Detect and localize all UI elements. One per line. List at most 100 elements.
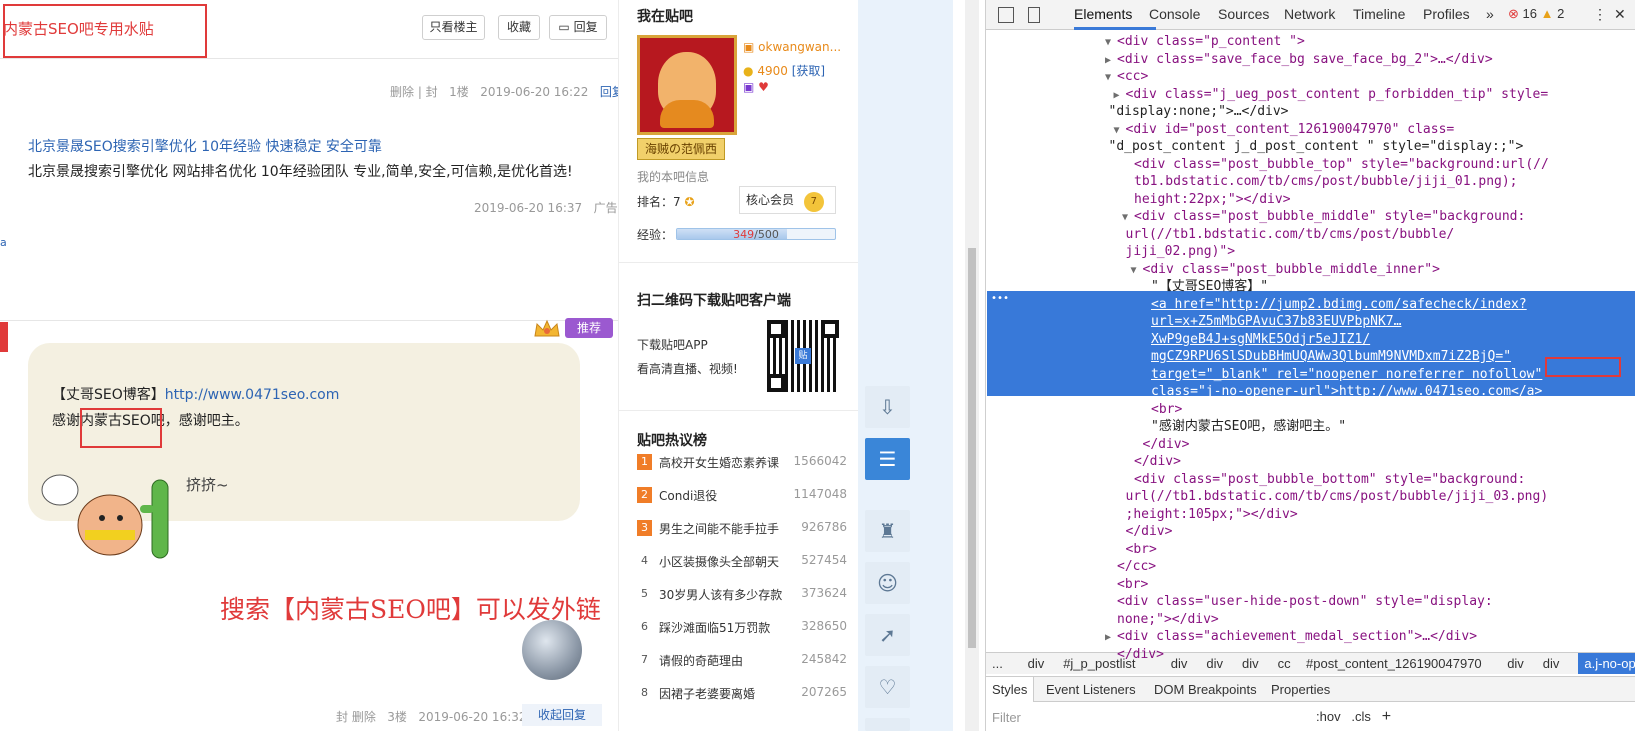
dom-node-line[interactable]: ▶ <div class="j_ueg_post_content p_forbid… [986, 86, 1635, 104]
expand-right-icon[interactable]: ▶ [1105, 52, 1117, 70]
tab-elements[interactable]: Elements [1074, 6, 1132, 22]
floor3-actions[interactable]: 封 删除 [336, 710, 376, 724]
hot-item[interactable]: 7 请假的奇葩理由 245842 [637, 650, 847, 670]
floor1-reply-link[interactable]: 回复 [600, 85, 618, 99]
expand-down-icon[interactable]: ▼ [1122, 209, 1134, 227]
dom-node-line[interactable]: <br> [986, 401, 1635, 419]
user-avatar[interactable] [637, 35, 737, 135]
dom-node-line[interactable]: ;height:105px;"></div> [986, 506, 1635, 524]
dom-node-line[interactable]: "【丈哥SEO博客】" [986, 278, 1635, 296]
hot-item[interactable]: 4 小区装摄像头全部朝天 527454 [637, 551, 847, 571]
devtools-close-icon[interactable]: ✕ [1614, 6, 1626, 23]
floor1-actions[interactable]: 删除 | 封 [390, 85, 438, 99]
dom-node-line[interactable]: XwP9geB4J+sgNMkE5Odjr5eJIZ1/ [986, 331, 1635, 349]
dom-node-line[interactable]: ▼ <div id="post_content_126190047970" cla… [986, 121, 1635, 139]
collapse-reply-button[interactable]: 收起回复 [522, 704, 602, 726]
member-badge[interactable]: 核心会员 7 [739, 186, 836, 214]
dom-node-line[interactable]: <div class="post_bubble_top" style="back… [986, 156, 1635, 174]
magic-hat-icon[interactable]: ♜ [865, 510, 910, 552]
expand-down-icon[interactable]: ▼ [1131, 262, 1143, 280]
message-icon[interactable]: ☰ [865, 438, 910, 480]
hot-item[interactable]: 5 30岁男人该有多少存款 373624 [637, 584, 847, 604]
expand-right-icon[interactable]: ▶ [1114, 87, 1126, 105]
hot-item[interactable]: 8 因裙子老婆要离婚 207265 [637, 683, 847, 703]
reply-button[interactable]: ▭ 回复 [549, 15, 607, 40]
dom-node-line[interactable]: ▼ <div class="p_content "> [986, 33, 1635, 51]
only-author-button[interactable]: 只看楼主 [422, 15, 485, 40]
expand-down-icon[interactable]: ▼ [1105, 34, 1117, 52]
hot-item-title: 30岁男人该有多少存款 [659, 588, 783, 602]
tab-properties[interactable]: Properties [1271, 682, 1330, 697]
hot-item[interactable]: 3 男生之间能不能手拉手 926786 [637, 518, 847, 538]
share-icon[interactable]: ➚ [865, 614, 910, 656]
dom-node-line[interactable]: "d_post_content j_d_post_content " style… [986, 138, 1635, 156]
page-scrollbar-thumb[interactable] [968, 248, 976, 648]
dom-node-line[interactable]: ▼ <div class="post_bubble_middle_inner"> [986, 261, 1635, 279]
floor-divider [0, 320, 618, 321]
tab-event-listeners[interactable]: Event Listeners [1046, 682, 1136, 697]
tab-styles[interactable]: Styles [986, 677, 1035, 702]
hot-item[interactable]: 1 高校开女生婚恋素养课 1566042 [637, 452, 847, 472]
qr-code-icon[interactable]: 贴 [767, 320, 839, 392]
expand-down-icon[interactable]: ▼ [1105, 69, 1117, 87]
cartoon-pig-icon [40, 470, 190, 570]
dom-node-line[interactable]: ▼ <div class="post_bubble_middle" style="… [986, 208, 1635, 226]
dom-node-line[interactable]: none;"></div> [986, 611, 1635, 629]
device-mode-icon[interactable] [1028, 7, 1040, 23]
dom-node-line[interactable]: <br> [986, 576, 1635, 594]
hot-item[interactable]: 2 Condi退役 1147048 [637, 485, 847, 505]
inspect-icon[interactable] [998, 7, 1014, 23]
dom-node-line[interactable]: url(//tb1.bdstatic.com/tb/cms/post/bubbl… [986, 226, 1635, 244]
devtools-menu-icon[interactable]: ⋮ [1593, 6, 1607, 23]
recommend-badge: 推荐 [565, 318, 613, 338]
dom-node-line[interactable]: <a href="http://jump2.bdimg.com/safechec… [986, 296, 1635, 314]
expand-down-icon[interactable]: ▼ [1114, 122, 1126, 140]
dom-node-line[interactable]: ▶ <div class="achievement_medal_section">… [986, 628, 1635, 646]
error-counter[interactable]: ⊗ 16 ▲ 2 [1508, 6, 1564, 22]
dom-node-text: "display:none;">…</div> [1108, 104, 1289, 119]
download-app-icon[interactable]: ⇩ [865, 386, 910, 428]
dom-node-line[interactable]: </div> [986, 453, 1635, 471]
dom-node-line[interactable]: <br> [986, 541, 1635, 559]
dom-node-line[interactable]: <div class="post_bubble_bottom" style="b… [986, 471, 1635, 489]
dom-node-line[interactable]: class="j-no-opener-url">http://www.0471s… [986, 383, 1635, 401]
tab-timeline[interactable]: Timeline [1353, 6, 1405, 22]
tab-sources[interactable]: Sources [1218, 6, 1269, 22]
dom-node-line[interactable]: "display:none;">…</div> [986, 103, 1635, 121]
dom-node-line[interactable]: jiji_02.png)"> [986, 243, 1635, 261]
dom-node-line[interactable]: url=x+Z5mMbGPAvuC37b83EUVPbpNK7… [986, 313, 1635, 331]
styles-filter-input[interactable]: Filter [992, 710, 1021, 725]
more-tabs-icon[interactable]: » [1486, 6, 1494, 22]
collect-button[interactable]: 收藏 [498, 15, 540, 40]
dom-node-line[interactable]: mgCZ9RPU6SlSDubBHmUQAWw3QlbumM9NVMDxm7iZ… [986, 348, 1635, 366]
side-link[interactable]: a [0, 236, 7, 249]
tab-dom-breakpoints[interactable]: DOM Breakpoints [1154, 682, 1257, 697]
class-toggle[interactable]: .cls [1351, 709, 1371, 724]
ad-title-link[interactable]: 北京景晟SEO搜索引擎优化 10年经验 快速稳定 安全可靠 [28, 136, 382, 156]
dom-node-line[interactable]: height:22px;"></div> [986, 191, 1635, 209]
tab-console[interactable]: Console [1149, 6, 1200, 22]
dom-node-line[interactable]: url(//tb1.bdstatic.com/tb/cms/post/bubbl… [986, 488, 1635, 506]
get-score-link[interactable]: [获取] [792, 64, 825, 78]
dom-node-line[interactable]: ▼ <cc> [986, 68, 1635, 86]
add-rule-icon[interactable]: + [1382, 708, 1391, 725]
dom-node-line[interactable]: </div> [986, 523, 1635, 541]
tab-profiles[interactable]: Profiles [1423, 6, 1470, 22]
dom-node-line[interactable]: </div> [986, 646, 1635, 664]
hot-item[interactable]: 6 踩沙滩面临51万罚款 328650 [637, 617, 847, 637]
username[interactable]: ▣ okwangwan... [743, 40, 841, 54]
expand-right-icon[interactable]: ▶ [1105, 629, 1117, 647]
dom-node-line[interactable]: tb1.bdstatic.com/tb/cms/post/bubble/jiji… [986, 173, 1635, 191]
dom-node-line[interactable]: </div> [986, 436, 1635, 454]
dom-node-line[interactable]: "感谢内蒙古SEO吧，感谢吧主。" [986, 418, 1635, 436]
cat-face-icon[interactable]: ☺ [865, 562, 910, 604]
favorite-heart-icon[interactable]: ♡ [865, 666, 910, 708]
dom-node-line[interactable]: </cc> [986, 558, 1635, 576]
dom-node-line[interactable]: ▶ <div class="save_face_bg save_face_bg_2… [986, 51, 1635, 69]
dom-node-line[interactable]: target="_blank" rel="noopener noreferrer… [986, 366, 1635, 384]
bubble-link[interactable]: http://www.0471seo.com [165, 387, 340, 403]
tab-network[interactable]: Network [1284, 6, 1335, 22]
dom-node-line[interactable]: <div class="user-hide-post-down" style="… [986, 593, 1635, 611]
more-icon[interactable] [865, 718, 910, 731]
hover-state-toggle[interactable]: :hov [1316, 709, 1341, 724]
